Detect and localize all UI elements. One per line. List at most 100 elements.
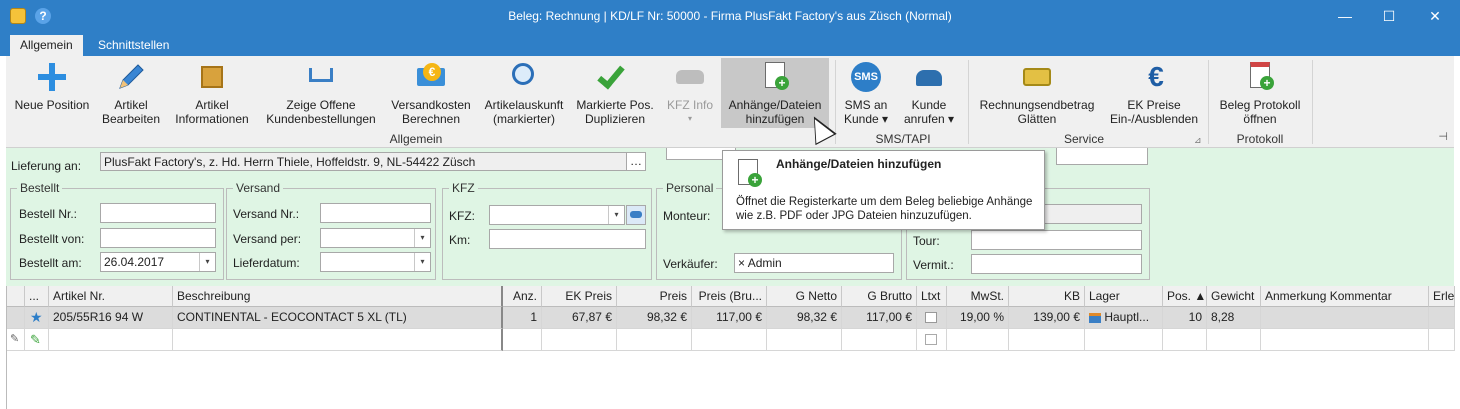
lieferung-select-button[interactable]: … xyxy=(626,152,646,171)
new-row-cell[interactable] xyxy=(1085,329,1163,351)
kfz-info-button[interactable]: KFZ Info ▾ xyxy=(662,58,718,128)
chevron-down-icon[interactable]: ▾ xyxy=(414,253,430,271)
column-header-ltxt[interactable]: Ltxt xyxy=(917,286,947,307)
ek-preise-ein-ausblenden-button[interactable]: € EK Preise Ein-/Ausblenden xyxy=(1104,58,1204,128)
table-cell-pos[interactable]: 10 xyxy=(1163,307,1207,329)
verkaeufer-label: Verkäufer: xyxy=(663,257,718,271)
table-cell-preis-brutto[interactable]: 117,00 € xyxy=(692,307,767,329)
column-header-artikel-nr[interactable]: Artikel Nr. xyxy=(49,286,173,307)
longtext-icon[interactable] xyxy=(925,312,937,323)
close-button[interactable]: ✕ xyxy=(1412,0,1458,33)
kfz-label: KFZ: xyxy=(449,209,475,223)
table-cell-anmerkung[interactable] xyxy=(1261,307,1429,329)
table-cell-gewicht[interactable]: 8,28 xyxy=(1207,307,1261,329)
column-header-lager[interactable]: Lager xyxy=(1085,286,1163,307)
km-input[interactable] xyxy=(489,229,646,249)
table-cell-beschreibung[interactable]: CONTINENTAL - ECOCONTACT 5 XL (TL) xyxy=(173,307,503,329)
table-cell-g-netto[interactable]: 98,32 € xyxy=(767,307,842,329)
car-icon xyxy=(673,60,707,94)
new-row-cell[interactable] xyxy=(767,329,842,351)
table-cell-anz[interactable]: 1 xyxy=(503,307,542,329)
remove-tag-icon[interactable]: × xyxy=(738,256,745,270)
column-header-erle[interactable]: Erle xyxy=(1429,286,1455,307)
table-cell-mwst[interactable]: 19,00 % xyxy=(947,307,1009,329)
rechnungsendbetrag-glaetten-button[interactable]: Rechnungsendbetrag Glätten xyxy=(974,58,1100,128)
new-row-ltxt[interactable] xyxy=(917,329,947,351)
group-dialog-launcher-icon[interactable]: ⊿ xyxy=(1194,135,1202,146)
new-row-cell[interactable] xyxy=(1207,329,1261,351)
column-header-mwst[interactable]: MwSt. xyxy=(947,286,1009,307)
new-row-cell[interactable] xyxy=(1261,329,1429,351)
new-row-cell[interactable] xyxy=(947,329,1009,351)
table-cell-lager[interactable]: Hauptl... xyxy=(1085,307,1163,329)
table-cell-ek-preis[interactable]: 67,87 € xyxy=(542,307,617,329)
bestellt-group: Bestellt Bestell Nr.: Bestellt von: Best… xyxy=(10,181,224,280)
tour-input[interactable] xyxy=(971,230,1142,250)
column-header-options[interactable]: ... xyxy=(25,286,49,307)
zeige-offene-kundenbestellungen-button[interactable]: Zeige Offene Kundenbestellungen xyxy=(260,58,382,128)
artikelauskunft-button[interactable]: Artikelauskunft (markierter) xyxy=(480,58,568,128)
artikel-informationen-button[interactable]: Artikel Informationen xyxy=(170,58,254,128)
beleg-protokoll-oeffnen-button[interactable]: + Beleg Protokoll öffnen xyxy=(1212,58,1308,128)
column-header-anmerkung-kommentar[interactable]: Anmerkung Kommentar xyxy=(1261,286,1429,307)
star-icon[interactable]: ★ xyxy=(25,307,49,329)
new-row-cell[interactable] xyxy=(542,329,617,351)
versand-nr-input[interactable] xyxy=(320,203,431,223)
table-cell-kb[interactable]: 139,00 € xyxy=(1009,307,1085,329)
vermit-input[interactable] xyxy=(971,254,1142,274)
new-row-cell[interactable] xyxy=(842,329,917,351)
maximize-button[interactable]: ☐ xyxy=(1366,0,1412,33)
verkaeufer-field[interactable]: × Admin xyxy=(734,253,894,273)
bestellt-von-input[interactable] xyxy=(100,228,216,248)
kfz-select[interactable]: ▾ xyxy=(489,205,625,225)
new-row-artikel-nr[interactable] xyxy=(49,329,173,351)
table-cell-g-brutto[interactable]: 117,00 € xyxy=(842,307,917,329)
column-header-preis-brutto[interactable]: Preis (Bru... xyxy=(692,286,767,307)
new-row-cell[interactable] xyxy=(1163,329,1207,351)
new-row-cell[interactable] xyxy=(1429,329,1455,351)
new-row-pencil-icon[interactable]: ✎ xyxy=(25,329,49,351)
new-row-cell[interactable] xyxy=(692,329,767,351)
top-right-field-fragment xyxy=(1056,148,1148,165)
column-header-gewicht[interactable]: Gewicht xyxy=(1207,286,1261,307)
versand-per-select[interactable]: ▾ xyxy=(320,228,431,248)
chevron-down-icon[interactable]: ▾ xyxy=(608,206,624,224)
kunde-anrufen-button[interactable]: Kunde anrufen ▾ xyxy=(898,58,960,128)
column-header-g-netto[interactable]: G Netto xyxy=(767,286,842,307)
bestell-nr-input[interactable] xyxy=(100,203,216,223)
column-header-ek-preis[interactable]: EK Preis xyxy=(542,286,617,307)
column-header-kb[interactable]: KB xyxy=(1009,286,1085,307)
column-header-beschreibung[interactable]: Beschreibung xyxy=(173,286,503,307)
column-header-preis[interactable]: Preis xyxy=(617,286,692,307)
chevron-down-icon[interactable]: ▾ xyxy=(414,229,430,247)
new-row-cell[interactable] xyxy=(617,329,692,351)
table-cell-erle[interactable] xyxy=(1429,307,1455,329)
chevron-down-icon[interactable]: ▾ xyxy=(199,253,215,271)
add-vehicle-icon[interactable] xyxy=(626,205,646,225)
column-header-anz[interactable]: Anz. xyxy=(503,286,542,307)
artikel-bearbeiten-button[interactable]: Artikel Bearbeiten xyxy=(98,58,164,128)
new-row-beschreibung[interactable] xyxy=(173,329,503,351)
minimize-button[interactable]: — xyxy=(1322,0,1368,33)
markierte-pos-duplizieren-button[interactable]: Markierte Pos. Duplizieren xyxy=(572,58,658,128)
euro-truck-icon: € xyxy=(414,60,448,94)
pin-ribbon-icon[interactable]: ⊣ xyxy=(1438,130,1448,143)
document-add-icon: + xyxy=(758,60,792,94)
tab-allgemein[interactable]: Allgemein xyxy=(10,35,83,56)
longtext-icon[interactable] xyxy=(925,334,937,345)
lieferung-field[interactable]: PlusFakt Factory's, z. Hd. Herrn Thiele,… xyxy=(100,152,632,171)
column-header-pos[interactable]: Pos. ▲ xyxy=(1163,286,1207,307)
tab-schnittstellen[interactable]: Schnittstellen xyxy=(88,35,179,56)
table-cell-artikel-nr[interactable]: 205/55R16 94 W xyxy=(49,307,173,329)
new-row-cell[interactable] xyxy=(503,329,542,351)
neue-position-button[interactable]: Neue Position xyxy=(10,58,94,128)
table-cell-ltxt[interactable] xyxy=(917,307,947,329)
sms-an-kunde-button[interactable]: SMS SMS an Kunde ▾ xyxy=(840,58,892,128)
lieferdatum-date-picker[interactable]: ▾ xyxy=(320,252,431,272)
versandkosten-berechnen-button[interactable]: € Versandkosten Berechnen xyxy=(386,58,476,128)
new-row-cell[interactable] xyxy=(1009,329,1085,351)
column-header-g-brutto[interactable]: G Brutto xyxy=(842,286,917,307)
bestellt-am-date-picker[interactable]: 26.04.2017 ▾ xyxy=(100,252,216,272)
row-indicator[interactable] xyxy=(7,307,25,329)
table-cell-preis[interactable]: 98,32 € xyxy=(617,307,692,329)
